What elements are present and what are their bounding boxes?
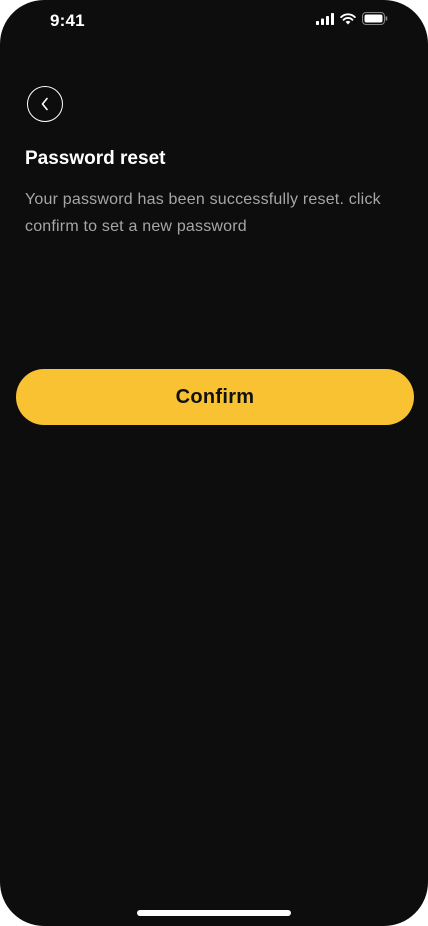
cellular-signal-icon [316, 12, 334, 30]
status-time: 9:41 [50, 11, 85, 30]
wifi-icon [340, 12, 356, 30]
page-title: Password reset [25, 148, 166, 169]
confirm-button[interactable]: Confirm [16, 369, 414, 425]
back-button[interactable] [27, 86, 63, 122]
battery-icon [362, 12, 388, 30]
chevron-left-icon [40, 97, 50, 111]
home-indicator [137, 910, 291, 916]
phone-screen: 9:41 Password reset Your password has be… [0, 0, 428, 926]
status-icons [316, 12, 388, 30]
status-bar: 9:41 [0, 0, 428, 44]
description-text: Your password has been successfully rese… [25, 191, 381, 235]
